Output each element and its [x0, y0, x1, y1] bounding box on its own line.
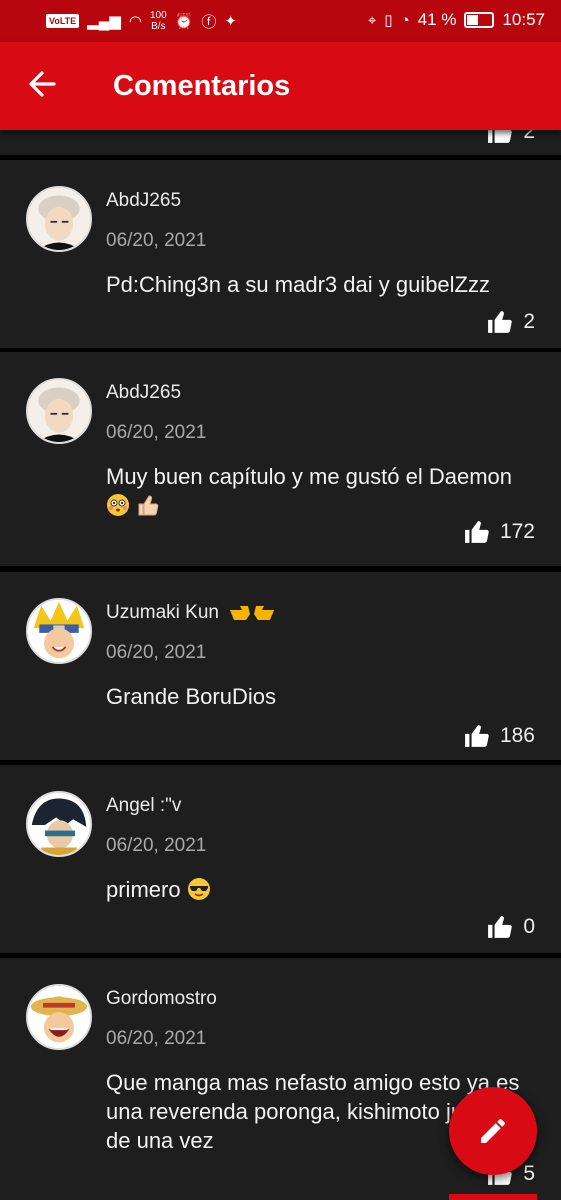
- sunglasses-face-emoji: [187, 878, 210, 900]
- username[interactable]: Angel :"v: [106, 795, 181, 817]
- like-count: 186: [499, 724, 535, 747]
- comment-text: Grande BoruDios: [106, 684, 276, 709]
- comment-date: 06/20, 2021: [106, 1028, 207, 1049]
- like-count: 5: [523, 1162, 535, 1185]
- like-button[interactable]: 172: [464, 520, 535, 544]
- status-left: VoLTE ▂▄▆ ◠ 100 B/s ⏰ ⓕ ✦: [46, 10, 237, 32]
- like-button[interactable]: 186: [464, 724, 535, 748]
- alarm-icon: ⏰: [174, 13, 194, 30]
- username-row: Uzumaki Kun: [106, 602, 276, 624]
- page-title: Comentarios: [113, 70, 291, 102]
- twitter-icon: ✦: [224, 13, 237, 30]
- status-bar: VoLTE ▂▄▆ ◠ 100 B/s ⏰ ⓕ ✦ ⌖ ▯ ◔ 41 % 10:…: [0, 0, 561, 42]
- facebook-icon: ⓕ: [201, 13, 217, 31]
- comment-text: Muy buen capítulo y me gustó el Daemon: [106, 464, 513, 489]
- thumbs-up-icon: [465, 725, 489, 747]
- avatar[interactable]: [26, 984, 92, 1050]
- comment-card: Angel :"v 06/20, 2021 primero 0: [0, 765, 561, 953]
- net-speed: 100 B/s: [149, 10, 167, 32]
- back-arrow-icon[interactable]: [28, 64, 56, 113]
- avatar[interactable]: [26, 186, 92, 252]
- username[interactable]: Uzumaki Kun: [106, 602, 219, 623]
- comment-date: 06/20, 2021: [106, 835, 207, 856]
- thumbs-up-icon: [465, 521, 489, 543]
- username[interactable]: Gordomostro: [106, 988, 217, 1010]
- thumbs-up-icon: [488, 311, 513, 333]
- pointing-hands-emoji: [230, 606, 275, 620]
- battery-level: [467, 15, 479, 25]
- comment-card: AbdJ265 06/20, 2021 Muy buen capítulo y …: [0, 352, 561, 566]
- username[interactable]: AbdJ265: [106, 382, 181, 404]
- like-button[interactable]: 0: [487, 915, 535, 939]
- comment-text-block: primero: [106, 875, 541, 904]
- avatar[interactable]: [26, 791, 92, 857]
- comment-text-block: Muy buen capítulo y me gustó el Daemon: [106, 462, 541, 520]
- like-count: 0: [523, 915, 535, 938]
- comment-date: 06/20, 2021: [106, 230, 207, 251]
- comment-date: 06/20, 2021: [106, 422, 207, 443]
- like-button[interactable]: 2: [487, 310, 535, 334]
- comment-text: primero: [106, 877, 181, 902]
- app-bar: Comentarios: [0, 42, 561, 130]
- avatar[interactable]: [26, 378, 92, 444]
- like-count: 172: [499, 520, 535, 543]
- wifi-icon: ◠: [128, 13, 142, 30]
- comment-text: Pd:Ching3n a su madr3 dai y guibelZzz: [106, 272, 490, 297]
- thumbs-up-icon: [488, 916, 513, 938]
- comment-card: Uzumaki Kun 06/20, 2021 Grande BoruDios …: [0, 572, 561, 760]
- status-right: ⌖ ▯ ◔ 41 % 10:57: [368, 10, 545, 30]
- speed-icon: ◔: [400, 11, 410, 29]
- vibrate-icon: ▯: [384, 12, 393, 29]
- fab-shadow-partial: [449, 1194, 537, 1200]
- write-comment-button[interactable]: [449, 1087, 537, 1175]
- location-icon: ⌖: [367, 11, 377, 29]
- volte-icon: VoLTE: [46, 14, 80, 28]
- battery-icon: [464, 12, 495, 28]
- battery-percent: 41 %: [417, 10, 457, 29]
- username[interactable]: AbdJ265: [106, 190, 181, 212]
- avatar[interactable]: [26, 598, 92, 664]
- comment-date: 06/20, 2021: [106, 642, 207, 663]
- like-count: 2: [523, 310, 535, 333]
- signal-icon: ▂▄▆: [87, 13, 121, 30]
- pencil-icon: [481, 1118, 505, 1143]
- clock: 10:57: [502, 10, 545, 29]
- flushed-face-emoji: [107, 494, 129, 516]
- comment-card: AbdJ265 06/20, 2021 Pd:Ching3n a su madr…: [0, 160, 561, 348]
- thumbs-up-emoji: [138, 495, 159, 516]
